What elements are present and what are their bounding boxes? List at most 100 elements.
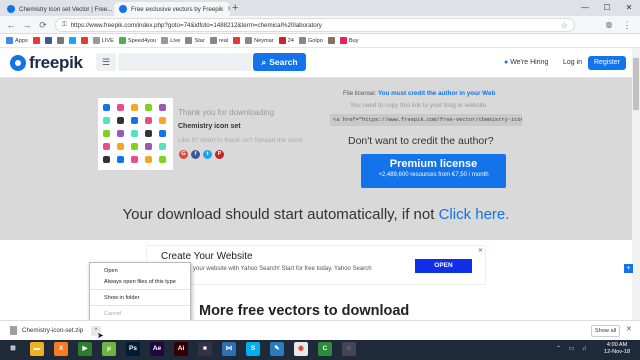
tab-close-icon[interactable]: ✕: [223, 5, 230, 13]
tab-free-exclusive-vectors[interactable]: Free exclusive vectors by Freepik ✕: [114, 2, 230, 16]
torrent-taskbar-icon[interactable]: μ: [102, 342, 116, 356]
lab-flask-icon: [159, 104, 166, 111]
bookmark-item[interactable]: [56, 37, 64, 44]
bookmark-item[interactable]: real: [209, 37, 228, 44]
bookmark-item[interactable]: Apps: [6, 37, 28, 44]
forward-icon[interactable]: →: [20, 18, 34, 32]
xampp-taskbar-icon[interactable]: X: [54, 342, 68, 356]
menu-item-always-open[interactable]: Always open files of this type: [104, 279, 176, 285]
tab-chemistry-icon-set[interactable]: Chemistry Icon set Vector | Free... ✕: [2, 2, 114, 16]
bookmark-favicon-icon: [185, 37, 193, 44]
close-download-bar-icon[interactable]: ✕: [626, 325, 632, 333]
lab-flask-icon: [145, 104, 152, 111]
search-icon: ⌕: [261, 56, 267, 67]
system-tray[interactable]: ⌃ ▭ ♫: [556, 345, 590, 352]
bookmark-favicon-icon: [32, 37, 40, 44]
search-input[interactable]: [118, 53, 252, 71]
hamburger-menu-icon[interactable]: ☰: [96, 53, 116, 71]
mouse-cursor-icon: ➤: [97, 331, 104, 340]
tab-strip: Chemistry Icon set Vector | Free... ✕ Fr…: [0, 0, 640, 16]
clock-date: 12-Nov-18: [604, 349, 631, 355]
bookmark-item[interactable]: [327, 37, 335, 44]
were-hiring-link[interactable]: ● We're Hiring: [504, 59, 548, 66]
bookmark-item[interactable]: [32, 37, 40, 44]
after-effects-taskbar-icon[interactable]: Ae: [150, 342, 164, 356]
bookmark-item[interactable]: Star: [185, 37, 205, 44]
zip-file-icon: [10, 326, 17, 335]
page-scrollbar[interactable]: [632, 48, 640, 320]
ad-open-button[interactable]: OPEN: [415, 259, 472, 273]
share-taskbar-icon[interactable]: ⋈: [222, 342, 236, 356]
back-icon[interactable]: ←: [4, 18, 18, 32]
bookmark-label: Buy: [348, 37, 359, 44]
lab-flask-icon: [131, 156, 138, 163]
bookmark-item[interactable]: Neymar: [245, 37, 274, 44]
share-button-icon[interactable]: t: [203, 150, 212, 159]
advertisement[interactable]: Create Your Website Easily build your we…: [146, 245, 486, 285]
login-link[interactable]: Log in: [563, 59, 582, 66]
camtasia-taskbar-icon[interactable]: C: [318, 342, 332, 356]
share-button-icon[interactable]: f: [191, 150, 200, 159]
file-explorer-taskbar-icon[interactable]: ▬: [30, 342, 44, 356]
share-button-icon[interactable]: G: [179, 150, 188, 159]
menu-dots-icon[interactable]: ⋮: [620, 18, 634, 32]
bookmark-item[interactable]: 24: [278, 37, 294, 44]
start-taskbar-icon[interactable]: ⊞: [6, 342, 20, 356]
dont-want-credit-text: Don't want to credit the author?: [348, 135, 494, 147]
account-icon[interactable]: ◍: [602, 18, 616, 32]
address-bar[interactable]: ⚿ https://www.freepik.com/index.php?goto…: [55, 18, 575, 32]
skype-taskbar-icon[interactable]: S: [246, 342, 260, 356]
share-buttons: GftP: [179, 150, 224, 159]
lock-icon: ⚿: [62, 21, 67, 28]
bookmark-item[interactable]: LIVE: [92, 37, 114, 44]
freepik-logo[interactable]: freepik: [10, 53, 83, 73]
share-button-icon[interactable]: P: [215, 150, 224, 159]
app2-taskbar-icon[interactable]: ◌: [342, 342, 356, 356]
attribution-code-field[interactable]: <a href="https://www.freepik.com/free-ve…: [330, 114, 522, 126]
bookmark-item[interactable]: Live: [161, 37, 180, 44]
bookmark-item[interactable]: Golpo: [298, 37, 323, 44]
bookmark-item[interactable]: [44, 37, 52, 44]
maximize-button[interactable]: ☐: [596, 0, 618, 16]
bookmark-label: Speed4you: [127, 37, 157, 44]
bookmark-item[interactable]: [68, 37, 76, 44]
click-here-link[interactable]: Click here.: [439, 206, 510, 223]
ad-close-icon[interactable]: ✕: [478, 247, 483, 254]
notepad-taskbar-icon[interactable]: ✎: [270, 342, 284, 356]
download-item[interactable]: Chemistry-icon-set.zip: [10, 326, 83, 335]
bookmark-label: LIVE: [101, 37, 114, 44]
feedback-plus-icon[interactable]: +: [624, 264, 633, 273]
browser-taskbar-icon[interactable]: ◉: [294, 342, 308, 356]
illustrator-taskbar-icon[interactable]: Ai: [174, 342, 188, 356]
auto-download-text: Your download should start automatically…: [122, 206, 435, 223]
new-tab-button[interactable]: +: [232, 2, 238, 14]
favicon-icon: [7, 5, 15, 13]
register-button[interactable]: Register: [588, 56, 626, 70]
lab-flask-icon: [145, 156, 152, 163]
lab-flask-icon: [117, 130, 124, 137]
app-taskbar-icon[interactable]: ■: [198, 342, 212, 356]
lab-flask-icon: [131, 104, 138, 111]
bookmark-item[interactable]: [80, 37, 88, 44]
bookmark-item[interactable]: Speed4you: [118, 37, 157, 44]
lab-flask-icon: [159, 156, 166, 163]
ad-text: Easily build your website with Yahoo Sea…: [161, 266, 372, 272]
premium-license-button[interactable]: Premium license +2,489,600 resources fro…: [361, 154, 506, 188]
bookmark-favicon-icon: [6, 37, 13, 44]
reload-icon[interactable]: ⟳: [36, 18, 50, 32]
site-header: freepik ☰ ⌕ Search ● We're Hiring Log in…: [0, 48, 632, 78]
menu-item-open[interactable]: Open: [104, 268, 118, 274]
show-all-button[interactable]: Show all: [591, 325, 620, 337]
scrollbar-thumb[interactable]: [633, 58, 639, 110]
system-clock[interactable]: 4:00 AM 12-Nov-18: [604, 342, 630, 356]
bookmark-label: Live: [170, 37, 181, 44]
search-button[interactable]: ⌕ Search: [253, 53, 306, 71]
minimize-button[interactable]: —: [574, 0, 596, 16]
menu-item-show-in-folder[interactable]: Show in folder: [104, 295, 139, 301]
photoshop-taskbar-icon[interactable]: Ps: [126, 342, 140, 356]
bookmark-item[interactable]: [233, 37, 241, 44]
bookmark-star-icon[interactable]: ☆: [561, 21, 568, 30]
media-taskbar-icon[interactable]: ▶: [78, 342, 92, 356]
close-window-button[interactable]: ✕: [618, 0, 640, 16]
bookmark-item[interactable]: Buy: [339, 37, 359, 44]
